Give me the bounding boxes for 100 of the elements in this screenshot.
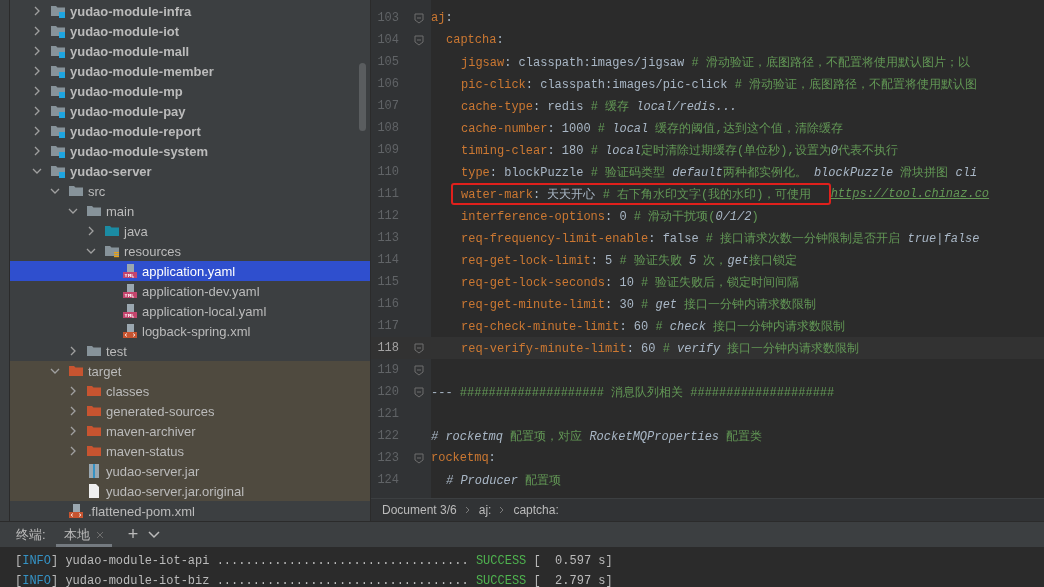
tree-item[interactable]: maven-status (10, 441, 370, 461)
add-tab-button[interactable]: + (127, 524, 139, 545)
fold-icon[interactable] (414, 34, 424, 46)
tree-item[interactable]: application.yaml (10, 261, 370, 281)
tree-item[interactable]: yudao-module-mp (10, 81, 370, 101)
tree-item[interactable]: main (10, 201, 370, 221)
yaml-file-icon (122, 283, 138, 299)
code-line: jigsaw: classpath:images/jigsaw # 滑动验证，底图路径，不配置将使用默认图片；以 (461, 54, 970, 71)
code-line: # rocketmq 配置项，对应 RocketMQProperties 配置类 (431, 428, 763, 445)
folder-icon (86, 343, 102, 359)
tree-item[interactable]: src (10, 181, 370, 201)
code-line: type: blockPuzzle # 验证码类型 default两种都实例化。 blockPuzzle 滑块拼图 cli (461, 164, 978, 181)
folder-icon (86, 443, 102, 459)
code-line: req-get-lock-limit: 5 # 验证失败 5 次，get接口锁定 (461, 252, 798, 269)
code-line: req-verify-minute-limit: 60 # verify 接口一分钟内请求数限制 (461, 340, 860, 357)
xml-file-icon (122, 323, 138, 339)
module-folder-icon (50, 163, 66, 179)
tree-item[interactable]: resources (10, 241, 370, 261)
fold-icon[interactable] (414, 342, 424, 354)
scrollbar[interactable] (359, 63, 366, 131)
chevron-right-icon[interactable] (32, 106, 42, 116)
folder-icon (68, 363, 84, 379)
chevron-right-icon (464, 506, 471, 514)
tree-item[interactable]: yudao-module-report (10, 121, 370, 141)
tree-item[interactable]: yudao-module-infra (10, 1, 370, 21)
tree-item[interactable]: logback-spring.xml (10, 321, 370, 341)
code-line: captcha: (446, 33, 504, 47)
module-folder-icon (50, 143, 66, 159)
tree-item[interactable]: classes (10, 381, 370, 401)
fold-icon[interactable] (414, 12, 424, 24)
chevron-right-icon[interactable] (68, 406, 78, 416)
tree-item[interactable]: yudao-module-member (10, 61, 370, 81)
code-line: aj: (431, 11, 453, 25)
chevron-right-icon[interactable] (32, 46, 42, 56)
module-folder-icon (50, 3, 66, 19)
tree-item[interactable]: maven-archiver (10, 421, 370, 441)
code-line: req-frequency-limit-enable: false # 接口请求次数一分钟限制是否开启 true|false (461, 230, 980, 247)
module-folder-icon (50, 23, 66, 39)
code-line: pic-click: classpath:images/pic-click # 滑动验证，底图路径，不配置将使用默认图 (461, 76, 978, 93)
tree-item[interactable]: yudao-module-mall (10, 41, 370, 61)
terminal-tab[interactable]: 本地 (55, 522, 112, 547)
line-number: 118 (376, 341, 399, 355)
folder-icon (86, 203, 102, 219)
code-line: # Producer 配置项 (446, 472, 562, 489)
tree-item[interactable]: application-dev.yaml (10, 281, 370, 301)
folder-icon (104, 223, 120, 239)
tree-item[interactable]: .flattened-pom.xml (10, 501, 370, 521)
fold-icon[interactable] (414, 452, 424, 464)
tree-item[interactable]: yudao-server (10, 161, 370, 181)
fold-icon[interactable] (414, 364, 424, 376)
code-line: req-get-minute-limit: 30 # get 接口一分钟内请求数限制 (461, 296, 817, 313)
folder-icon (86, 403, 102, 419)
close-icon[interactable] (95, 530, 104, 539)
chevron-down-icon[interactable] (50, 366, 60, 376)
chevron-down-icon[interactable] (68, 206, 78, 216)
yaml-file-icon (122, 303, 138, 319)
file-icon (86, 483, 102, 499)
tab-label: 本地 (63, 525, 90, 544)
tree-item[interactable]: application-local.yaml (10, 301, 370, 321)
chevron-right-icon[interactable] (68, 346, 78, 356)
chevron-right-icon[interactable] (32, 6, 42, 16)
chevron-right-icon[interactable] (32, 126, 42, 136)
breadcrumb[interactable]: captcha: (513, 503, 559, 517)
tree-item[interactable]: yudao-module-pay (10, 101, 370, 121)
tree-item[interactable]: yudao-module-iot (10, 21, 370, 41)
code-line: water-mark: 天天开心 # 右下角水印文字(我的水印)，可使用 (461, 186, 813, 203)
chevron-right-icon[interactable] (86, 226, 96, 236)
code-line: cache-number: 1000 # local 缓存的阈值,达到这个值，清除缓存 (461, 120, 843, 137)
link[interactable]: https://tool.chinaz.co (830, 187, 990, 201)
code-line: rocketmq: (431, 451, 496, 465)
tree-item[interactable]: generated-sources (10, 401, 370, 421)
chevron-right-icon[interactable] (68, 426, 78, 436)
breadcrumb[interactable]: aj: (478, 503, 492, 517)
code-editor[interactable] (371, 0, 1044, 498)
tree-item[interactable]: test (10, 341, 370, 361)
module-folder-icon (50, 83, 66, 99)
tree-item[interactable]: yudao-server.jar (10, 461, 370, 481)
module-folder-icon (50, 43, 66, 59)
chevron-right-icon[interactable] (32, 26, 42, 36)
chevron-down-icon[interactable] (86, 246, 96, 256)
chevron-right-icon[interactable] (32, 66, 42, 76)
chevron-right-icon[interactable] (68, 446, 78, 456)
chevron-right-icon[interactable] (32, 86, 42, 96)
tree-item[interactable]: yudao-module-system (10, 141, 370, 161)
chevron-right-icon[interactable] (68, 386, 78, 396)
fold-icon[interactable] (414, 386, 424, 398)
code-line: req-get-lock-seconds: 10 # 验证失败后，锁定时间间隔 (461, 274, 800, 291)
breadcrumb[interactable]: Document 3/6 (382, 503, 457, 517)
terminal-line: [INFO] yudao-module-iot-api ................................... SUCCESS [ 0.597 s] (15, 553, 614, 570)
module-folder-icon (50, 103, 66, 119)
tree-item[interactable]: yudao-server.jar.original (10, 481, 370, 501)
chevron-down-icon[interactable] (148, 530, 161, 539)
tree-item[interactable]: java (10, 221, 370, 241)
chevron-down-icon[interactable] (50, 186, 60, 196)
archive-file-icon (86, 463, 102, 479)
terminal-line: [INFO] yudao-module-iot-biz ................................... SUCCESS [ 2.797 s] (15, 573, 614, 587)
code-line: --- #################### 消息队列相关 #################### (431, 384, 835, 401)
chevron-right-icon[interactable] (32, 146, 42, 156)
tree-item[interactable]: target (10, 361, 370, 381)
chevron-down-icon[interactable] (32, 166, 42, 176)
